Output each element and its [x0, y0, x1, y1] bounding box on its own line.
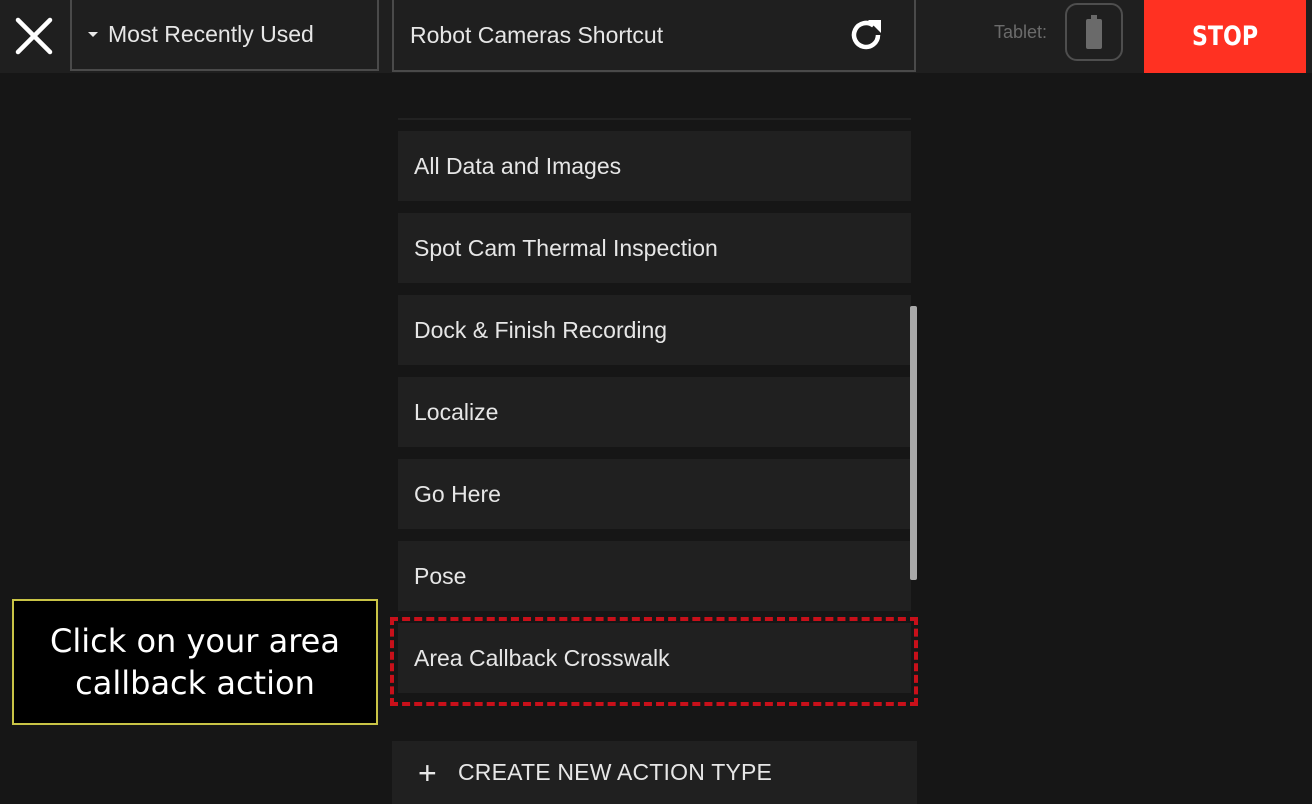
stop-button[interactable]: STOP: [1144, 0, 1306, 73]
instruction-callout: Click on your area callback action: [12, 599, 378, 725]
close-button[interactable]: [8, 10, 60, 62]
action-item-area-callback-crosswalk[interactable]: Area Callback Crosswalk: [398, 623, 911, 693]
action-item[interactable]: Pose: [398, 541, 911, 611]
refresh-icon: [851, 20, 881, 50]
instruction-callout-text: Click on your area callback action: [50, 622, 340, 702]
action-item-label: Localize: [414, 398, 499, 425]
create-new-action-type-label: CREATE NEW ACTION TYPE: [458, 759, 773, 785]
list-top-divider: [398, 118, 911, 120]
tablet-battery-indicator: [1065, 3, 1123, 61]
shortcut-title-field: Robot Cameras Shortcut: [392, 0, 916, 72]
sort-dropdown[interactable]: Most Recently Used: [70, 0, 379, 71]
close-icon: [15, 17, 53, 55]
list-scrollbar[interactable]: [910, 306, 917, 580]
action-item-label: Area Callback Crosswalk: [414, 644, 670, 671]
caret-down-icon: [88, 32, 98, 37]
tablet-label: Tablet:: [994, 22, 1048, 42]
action-item[interactable]: Spot Cam Thermal Inspection: [398, 213, 911, 283]
refresh-button[interactable]: [844, 13, 888, 57]
battery-icon: [1086, 15, 1102, 49]
stop-button-label: STOP: [1191, 21, 1259, 52]
action-item[interactable]: Go Here: [398, 459, 911, 529]
action-item-label: All Data and Images: [414, 152, 622, 179]
plus-icon: +: [418, 754, 437, 791]
sort-dropdown-value: Most Recently Used: [108, 21, 314, 47]
top-bar: Most Recently Used Robot Cameras Shortcu…: [0, 0, 1312, 73]
action-item[interactable]: All Data and Images: [398, 131, 911, 201]
action-item-label: Spot Cam Thermal Inspection: [414, 234, 718, 261]
action-item[interactable]: Dock & Finish Recording: [398, 295, 911, 365]
action-item-label: Go Here: [414, 480, 501, 507]
action-item-label: Pose: [414, 562, 467, 589]
shortcut-title: Robot Cameras Shortcut: [410, 21, 664, 48]
action-item-label: Dock & Finish Recording: [414, 316, 668, 343]
action-item[interactable]: Localize: [398, 377, 911, 447]
create-new-action-type-button[interactable]: + CREATE NEW ACTION TYPE: [392, 741, 917, 804]
